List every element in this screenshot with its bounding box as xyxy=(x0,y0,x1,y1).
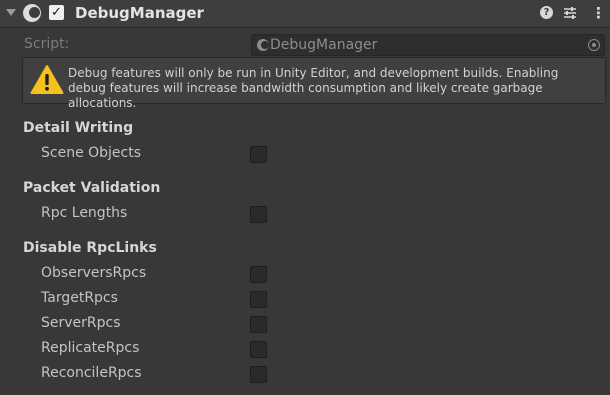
warning-triangle-icon xyxy=(30,65,64,94)
rpc-lengths-label: Rpc Lengths xyxy=(41,205,128,221)
foldout-arrow-icon[interactable] xyxy=(6,9,16,16)
reconcile-rpcs-label: ReconcileRpcs xyxy=(41,365,142,381)
script-object-field[interactable]: DebugManager xyxy=(251,34,605,56)
rpc-lengths-checkbox[interactable] xyxy=(250,206,267,223)
object-picker-icon[interactable] xyxy=(588,39,600,51)
help-icon[interactable]: ? xyxy=(540,6,553,19)
replicate-rpcs-label: ReplicateRpcs xyxy=(41,340,140,356)
scene-objects-checkbox[interactable] xyxy=(250,146,267,163)
context-menu-icon[interactable]: ⋮ xyxy=(591,5,606,21)
section-detail-writing: Detail Writing xyxy=(23,120,134,136)
server-rpcs-checkbox[interactable] xyxy=(250,316,267,333)
server-rpcs-label: ServerRpcs xyxy=(41,315,121,331)
script-label: Script: xyxy=(24,36,70,52)
section-packet-validation: Packet Validation xyxy=(23,180,161,196)
script-icon xyxy=(257,39,269,51)
section-disable-rpclinks: Disable RpcLinks xyxy=(23,240,157,256)
observers-rpcs-label: ObserversRpcs xyxy=(41,265,147,281)
target-rpcs-label: TargetRpcs xyxy=(41,290,118,306)
script-component-icon xyxy=(23,4,41,22)
presets-icon[interactable] xyxy=(563,6,577,20)
reconcile-rpcs-checkbox[interactable] xyxy=(250,366,267,383)
scene-objects-label: Scene Objects xyxy=(41,145,142,161)
script-value: DebugManager xyxy=(270,37,378,53)
component-title: DebugManager xyxy=(75,4,204,22)
target-rpcs-checkbox[interactable] xyxy=(250,291,267,308)
warning-text: Debug features will only be run in Unity… xyxy=(68,66,559,110)
component-header[interactable]: ✓ DebugManager ? ⋮ xyxy=(0,0,610,28)
observers-rpcs-checkbox[interactable] xyxy=(250,266,267,283)
warning-helpbox: Debug features will only be run in Unity… xyxy=(22,57,606,110)
replicate-rpcs-checkbox[interactable] xyxy=(250,341,267,358)
component-enabled-checkbox[interactable]: ✓ xyxy=(49,5,64,20)
